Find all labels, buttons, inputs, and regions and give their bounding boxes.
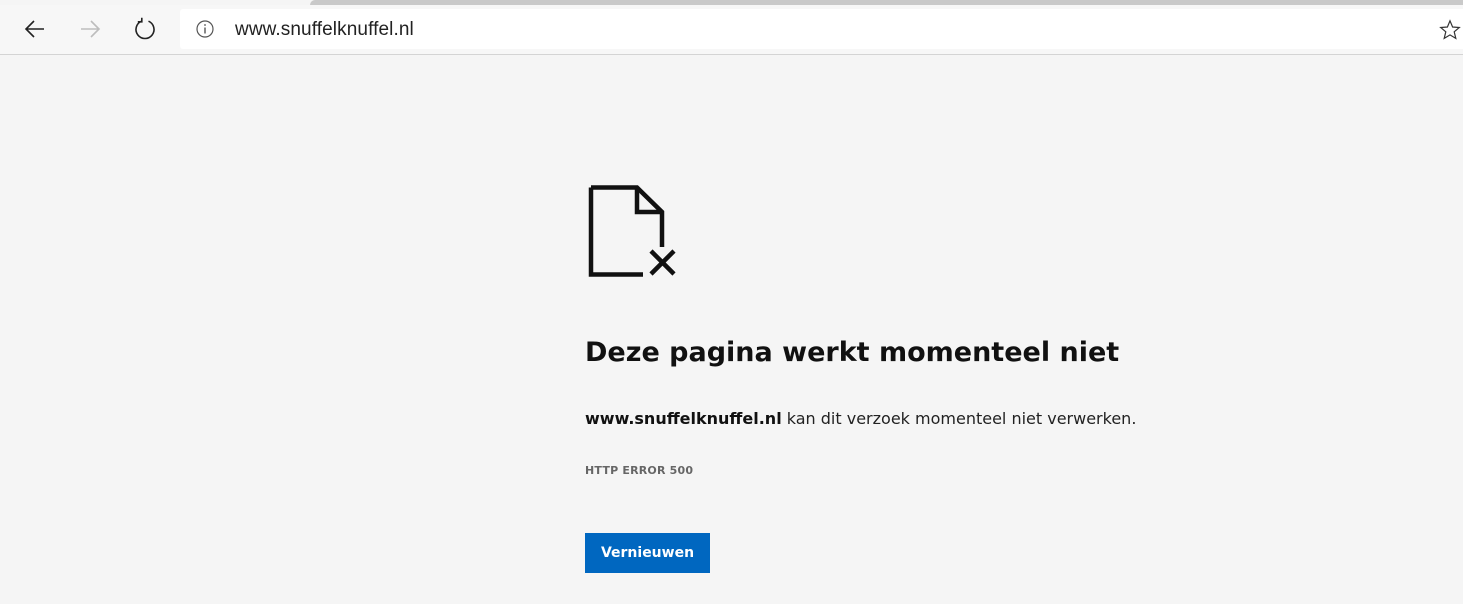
back-button[interactable] bbox=[15, 9, 55, 49]
info-icon[interactable] bbox=[196, 20, 214, 38]
error-message: kan dit verzoek momenteel niet verwerken… bbox=[781, 409, 1137, 428]
broken-document-icon bbox=[588, 185, 676, 277]
star-icon[interactable] bbox=[1439, 19, 1461, 41]
refresh-button[interactable] bbox=[125, 9, 165, 49]
error-description: www.snuffelknuffel.nl kan dit verzoek mo… bbox=[585, 409, 1136, 428]
address-bar[interactable]: www.snuffelknuffel.nl bbox=[180, 9, 1463, 49]
reload-button[interactable]: Vernieuwen bbox=[585, 533, 710, 573]
error-code: HTTP ERROR 500 bbox=[585, 464, 694, 477]
forward-button[interactable] bbox=[70, 9, 110, 49]
error-host: www.snuffelknuffel.nl bbox=[585, 409, 782, 428]
browser-toolbar: www.snuffelknuffel.nl bbox=[0, 5, 1463, 55]
back-arrow-icon bbox=[24, 20, 44, 38]
forward-arrow-icon bbox=[81, 20, 101, 38]
refresh-icon bbox=[135, 17, 155, 40]
page-title: Deze pagina werkt momenteel niet bbox=[585, 337, 1120, 368]
url-text[interactable]: www.snuffelknuffel.nl bbox=[235, 19, 414, 41]
